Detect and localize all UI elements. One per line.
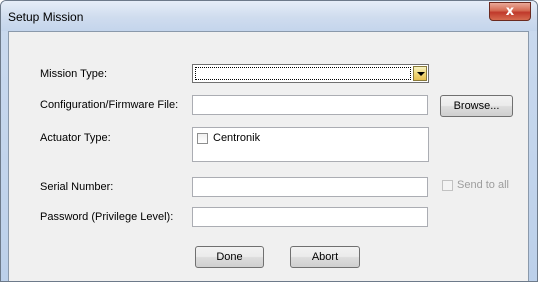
serial-number-label: Serial Number: bbox=[40, 181, 114, 193]
password-input[interactable] bbox=[192, 207, 428, 227]
actuator-option-label: Centronik bbox=[213, 132, 261, 144]
config-file-label: Configuration/Firmware File: bbox=[40, 99, 179, 111]
chevron-down-icon[interactable] bbox=[413, 66, 427, 81]
send-to-all-checkbox: Send to all bbox=[442, 179, 509, 191]
close-icon: x bbox=[505, 4, 515, 19]
serial-number-input[interactable] bbox=[192, 177, 428, 197]
mission-type-selected-value bbox=[195, 67, 411, 80]
checkbox-icon[interactable] bbox=[197, 132, 208, 144]
config-file-input[interactable] bbox=[192, 95, 428, 115]
list-item[interactable]: Centronik bbox=[197, 132, 260, 144]
mission-type-label: Mission Type: bbox=[40, 68, 108, 80]
mission-type-dropdown[interactable] bbox=[192, 64, 429, 83]
close-button[interactable]: x bbox=[489, 2, 531, 21]
password-label: Password (Privilege Level): bbox=[40, 211, 174, 223]
send-to-all-label: Send to all bbox=[457, 179, 509, 191]
title-bar[interactable]: Setup Mission x bbox=[1, 1, 537, 31]
actuator-type-list[interactable]: Centronik bbox=[192, 127, 429, 162]
checkbox-icon bbox=[442, 179, 453, 191]
abort-button[interactable]: Abort bbox=[290, 246, 360, 268]
window-title: Setup Mission bbox=[8, 10, 84, 24]
done-button[interactable]: Done bbox=[195, 246, 264, 268]
setup-mission-window: Setup Mission x Mission Type: Configurat… bbox=[0, 0, 538, 282]
dialog-body: Mission Type: Configuration/Firmware Fil… bbox=[8, 31, 529, 281]
browse-button[interactable]: Browse... bbox=[440, 95, 513, 117]
actuator-type-label: Actuator Type: bbox=[40, 132, 111, 144]
